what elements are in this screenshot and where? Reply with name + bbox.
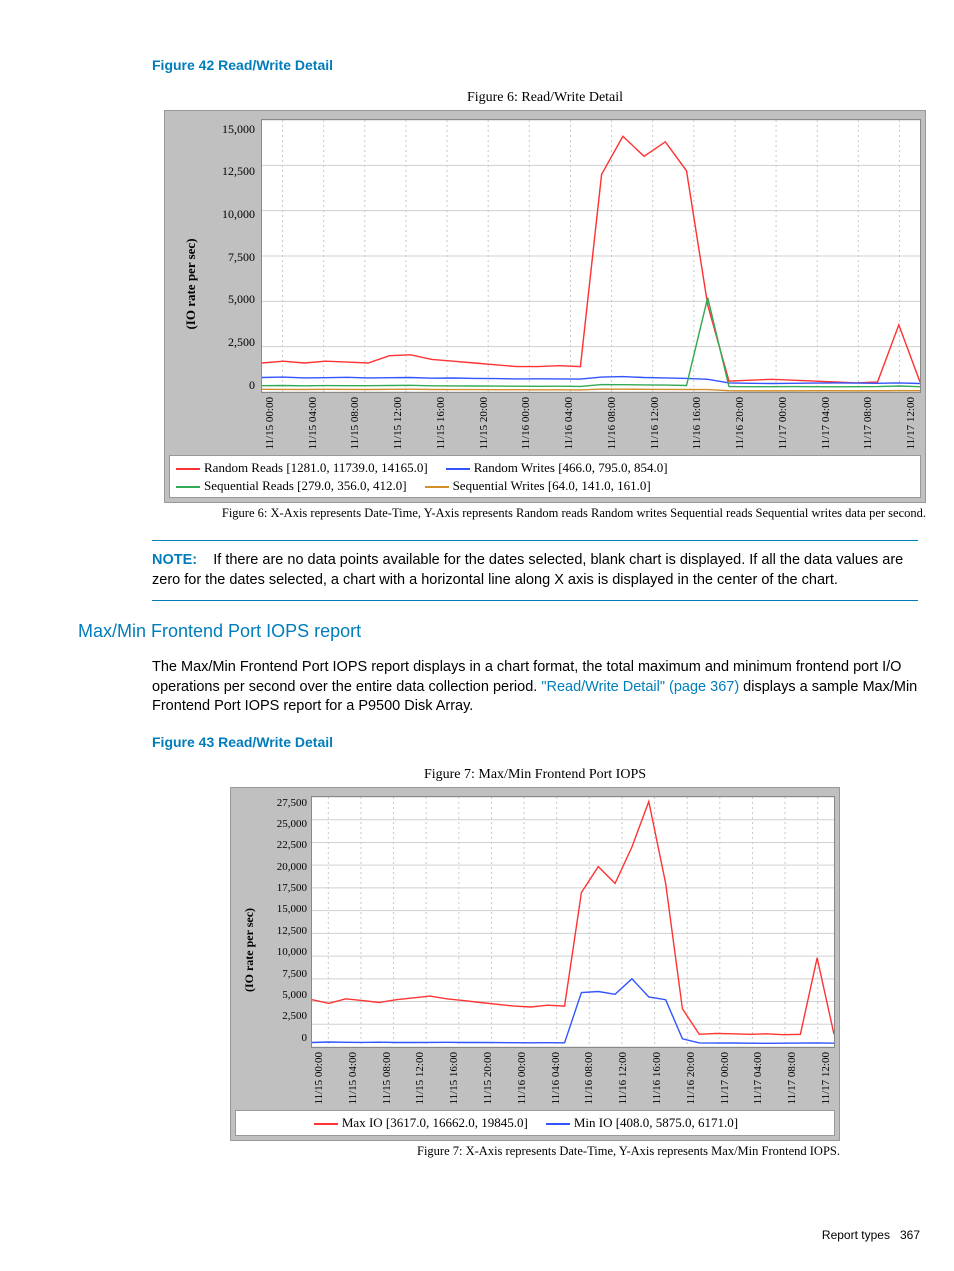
- x-tick: 11/16 16:00: [690, 397, 705, 449]
- y-tick: 15,000: [205, 121, 255, 137]
- y-tick: 10,000: [263, 945, 307, 960]
- chart-1-yticks: 0 2,500 5,000 7,500 10,000 12,500 15,000: [205, 119, 261, 395]
- figure-42-caption: Figure 42 Read/Write Detail: [152, 56, 918, 75]
- y-tick: 5,000: [263, 988, 307, 1003]
- chart-1-title: Figure 6: Read/Write Detail: [164, 89, 926, 108]
- x-tick: 11/16 12:00: [616, 1052, 631, 1104]
- x-tick: 11/17 12:00: [819, 1052, 834, 1104]
- legend-entry: Sequential Reads [279.0, 356.0, 412.0]: [176, 478, 407, 493]
- chart-2-title: Figure 7: Max/Min Frontend Port IOPS: [230, 766, 840, 785]
- y-tick: 2,500: [205, 334, 255, 350]
- note-body: If there are no data points available fo…: [152, 552, 903, 588]
- x-tick: 11/17 04:00: [819, 397, 834, 449]
- x-tick: 11/15 04:00: [346, 1052, 361, 1104]
- y-tick: 22,500: [263, 838, 307, 853]
- x-tick: 11/16 08:00: [605, 397, 620, 449]
- chart-1-grid: [262, 120, 920, 392]
- y-tick: 0: [263, 1031, 307, 1046]
- chart-1-footnote: Figure 6: X-Axis represents Date-Time, Y…: [164, 505, 926, 522]
- section-heading: Max/Min Frontend Port IOPS report: [78, 619, 924, 643]
- x-tick: 11/17 00:00: [776, 397, 791, 449]
- note-text: NOTE: If there are no data points availa…: [152, 551, 918, 590]
- y-tick: 5,000: [205, 291, 255, 307]
- x-tick: 11/16 04:00: [562, 397, 577, 449]
- legend-entry: Sequential Writes [64.0, 141.0, 161.0]: [425, 478, 651, 493]
- legend-entry: Max IO [3617.0, 16662.0, 19845.0]: [314, 1115, 528, 1130]
- x-tick: 11/16 00:00: [519, 397, 534, 449]
- chart-2-container: Figure 7: Max/Min Frontend Port IOPS (IO…: [230, 766, 840, 1160]
- x-tick: 11/17 12:00: [904, 397, 919, 449]
- x-tick: 11/15 08:00: [380, 1052, 395, 1104]
- x-tick: 11/16 20:00: [684, 1052, 699, 1104]
- page-footer: Report types 367: [822, 1227, 920, 1243]
- y-tick: 12,500: [205, 163, 255, 179]
- y-tick: 20,000: [263, 860, 307, 875]
- footer-page: 367: [900, 1228, 920, 1242]
- chart-1-xticks: 11/15 00:00 11/15 04:00 11/15 08:00 11/15 1…: [261, 397, 921, 449]
- x-tick: 11/16 12:00: [648, 397, 663, 449]
- chart-2-legend: Max IO [3617.0, 16662.0, 19845.0] Min IO …: [235, 1110, 835, 1136]
- section-body: The Max/Min Frontend Port IOPS report di…: [152, 658, 918, 717]
- x-tick: 11/15 00:00: [312, 1052, 327, 1104]
- x-tick: 11/15 16:00: [434, 397, 449, 449]
- x-tick: 11/16 20:00: [733, 397, 748, 449]
- x-tick: 11/15 20:00: [477, 397, 492, 449]
- x-tick: 11/15 00:00: [263, 397, 278, 449]
- y-tick: 12,500: [263, 924, 307, 939]
- x-tick: 11/17 04:00: [751, 1052, 766, 1104]
- chart-1-plot: [262, 120, 920, 392]
- chart-1-legend: Random Reads [1281.0, 11739.0, 14165.0] R…: [169, 455, 921, 498]
- y-tick: 27,500: [263, 796, 307, 811]
- y-tick: 15,000: [263, 902, 307, 917]
- x-tick: 11/15 12:00: [413, 1052, 428, 1104]
- y-tick: 2,500: [263, 1009, 307, 1024]
- x-tick: 11/15 16:00: [447, 1052, 462, 1104]
- x-tick: 11/16 04:00: [549, 1052, 564, 1104]
- y-tick: 17,500: [263, 881, 307, 896]
- chart-2-plot: [312, 797, 834, 1047]
- x-tick: 11/15 08:00: [348, 397, 363, 449]
- y-tick: 7,500: [263, 967, 307, 982]
- y-tick: 7,500: [205, 249, 255, 265]
- legend-entry: Min IO [408.0, 5875.0, 6171.0]: [546, 1115, 738, 1130]
- figure-43-caption: Figure 43 Read/Write Detail: [152, 733, 918, 752]
- note-rule-bottom: [152, 600, 918, 601]
- legend-entry: Random Writes [466.0, 795.0, 854.0]: [446, 460, 668, 475]
- note-label: NOTE:: [152, 552, 197, 568]
- chart-2-xticks: 11/15 00:00 11/15 04:00 11/15 08:00 11/15 1…: [311, 1052, 835, 1104]
- chart-1-ylabel: (IO rate per sec): [182, 238, 200, 329]
- x-tick: 11/16 16:00: [650, 1052, 665, 1104]
- chart-2-yticks: 0 2,500 5,000 7,500 10,000 12,500 15,000 17,500…: [263, 796, 311, 1046]
- y-tick: 25,000: [263, 817, 307, 832]
- y-tick: 10,000: [205, 206, 255, 222]
- footer-label: Report types: [822, 1228, 890, 1242]
- x-tick: 11/16 08:00: [582, 1052, 597, 1104]
- x-tick: 11/17 00:00: [718, 1052, 733, 1104]
- chart-1-series: [262, 136, 920, 390]
- chart-1-container: Figure 6: Read/Write Detail (IO rate per…: [164, 89, 926, 522]
- chart-2-series: [312, 801, 834, 1043]
- note-rule-top: [152, 540, 918, 541]
- chart-2-grid: [312, 797, 834, 1047]
- chart-2-footnote: Figure 7: X-Axis represents Date-Time, Y…: [230, 1143, 840, 1160]
- x-tick: 11/15 20:00: [481, 1052, 496, 1104]
- x-tick: 11/16 00:00: [515, 1052, 530, 1104]
- chart-2-ylabel: (IO rate per sec): [241, 908, 257, 992]
- x-tick: 11/15 12:00: [391, 397, 406, 449]
- y-tick: 0: [205, 377, 255, 393]
- x-tick: 11/17 08:00: [785, 1052, 800, 1104]
- x-tick: 11/17 08:00: [861, 397, 876, 449]
- legend-entry: Random Reads [1281.0, 11739.0, 14165.0]: [176, 460, 428, 475]
- x-tick: 11/15 04:00: [306, 397, 321, 449]
- link-read-write-detail[interactable]: "Read/Write Detail" (page 367): [541, 679, 739, 695]
